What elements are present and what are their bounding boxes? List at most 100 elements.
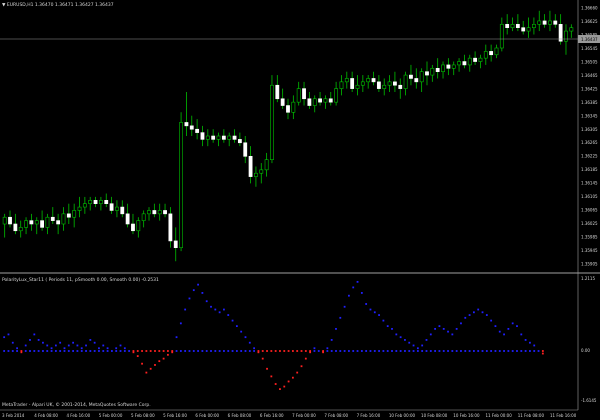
bear-candle [152, 210, 157, 215]
indicator-dot [141, 362, 143, 365]
copyright-text: MetaTrader - Alpari UK, © 2001-2014, Met… [2, 401, 151, 408]
indicator-zero-dot [373, 350, 376, 352]
indicator-dot [378, 314, 380, 316]
indicator-dot [481, 311, 484, 314]
indicator-dot [529, 341, 531, 344]
indicator-zero-dot [141, 350, 143, 352]
indicator-zero-dot [507, 350, 510, 352]
indicator-dot [20, 351, 23, 354]
indicator-dot [391, 327, 393, 330]
bull-candle [227, 135, 232, 140]
bear-candle [195, 128, 200, 133]
bear-candle [318, 98, 322, 103]
bull-candle [334, 88, 339, 103]
indicator-dot [7, 333, 10, 336]
bear-candle [462, 61, 467, 66]
bear-candle [184, 122, 189, 127]
indicator-zero-dot [503, 350, 505, 352]
indicator-dot [231, 319, 234, 322]
indicator-zero-dot [317, 350, 320, 352]
indicator-zero-dot [214, 350, 217, 352]
time-tick-label: 11 Feb 08:00 [518, 413, 545, 418]
bull-candle [72, 210, 77, 218]
bear-candle [275, 84, 280, 100]
indicator-zero-dot [516, 350, 518, 352]
bull-candle [2, 216, 7, 225]
indicator-zero-dot [115, 350, 118, 352]
indicator-zero-dot [29, 350, 31, 352]
price-tick-label: 1.36025 [581, 221, 598, 226]
indicator-zero-dot [89, 350, 92, 352]
indicator-zero-dot [33, 350, 36, 352]
bull-candle [34, 220, 39, 225]
indicator-dot [149, 367, 152, 370]
indicator-dot [494, 325, 497, 328]
bear-candle [302, 88, 306, 100]
indicator-dot [343, 305, 346, 308]
time-tick-label: 10 Feb 16:00 [453, 413, 480, 418]
indicator-dot [37, 339, 40, 341]
bull-candle [136, 220, 141, 232]
price-tick-label: 1.36345 [581, 113, 598, 118]
indicator-zero-dot [223, 350, 225, 352]
indicator-zero-dot [425, 350, 428, 352]
indicator-header: PolarityLux_Star11 ( Periods 11, pSmooth… [2, 277, 159, 283]
price-tick-label: 1.36225 [581, 154, 598, 159]
indicator-dot [300, 365, 303, 368]
bull-candle [457, 61, 461, 66]
indicator-zero-dot [304, 350, 307, 352]
bear-candle [371, 78, 376, 83]
indicator-zero-dot [442, 350, 445, 352]
indicator-zero-dot [412, 350, 415, 352]
indicator-dot [167, 353, 169, 356]
bull-candle [510, 24, 515, 28]
time-tick-label: 4 Feb 16:00 [66, 413, 90, 418]
indicator-dot [438, 325, 441, 328]
indicator-dot [429, 333, 432, 336]
indicator-dot [123, 347, 126, 350]
bear-candle [473, 57, 478, 62]
indicator-zero-dot [511, 350, 514, 352]
indicator-zero-dot [54, 350, 57, 352]
indicator-zero-dot [123, 350, 126, 352]
indicator-zero-dot [378, 350, 380, 352]
indicator-dot [80, 347, 83, 350]
indicator-zero-dot [339, 350, 342, 352]
bear-candle [211, 135, 216, 140]
indicator-zero-dot [218, 350, 221, 352]
bear-candle [328, 98, 333, 103]
bear-candle [189, 125, 194, 130]
time-tick-label: 6 Feb 00:00 [195, 413, 219, 418]
bull-candle [264, 159, 269, 171]
indicator-dot [171, 351, 174, 354]
indicator-zero-dot [451, 350, 454, 352]
indicator-dot [54, 344, 57, 347]
bull-candle [141, 213, 146, 221]
indicator-dot [412, 344, 415, 347]
indicator-zero-dot [37, 350, 40, 352]
indicator-dot [322, 351, 324, 354]
indicator-dot [266, 367, 268, 370]
indicator-zero-dot [472, 350, 475, 352]
indicator-dot [132, 351, 135, 354]
indicator-dot [158, 360, 161, 363]
indicator-zero-dot [429, 350, 432, 352]
indicator-zero-dot [348, 350, 350, 352]
indicator-dot [360, 292, 363, 294]
bull-candle [24, 220, 28, 228]
indicator-zero-dot [291, 350, 294, 352]
indicator-dot [425, 339, 428, 341]
indicator-dot [179, 322, 182, 325]
indicator-zero-dot [72, 350, 75, 352]
indicator-dot [210, 305, 212, 308]
indicator-dot [490, 319, 493, 322]
indicator-zero-dot [7, 350, 10, 352]
time-tick-label: 11 Feb 00:00 [486, 413, 513, 418]
indicator-dot [175, 336, 178, 339]
bull-candle [419, 71, 424, 83]
bear-candle [8, 216, 12, 225]
chart-canvas: 1.366601.366251.365851.365451.365051.364… [0, 0, 600, 420]
indicator-zero-dot [283, 350, 286, 352]
indicator-dot [460, 322, 462, 325]
bear-candle [243, 142, 248, 157]
